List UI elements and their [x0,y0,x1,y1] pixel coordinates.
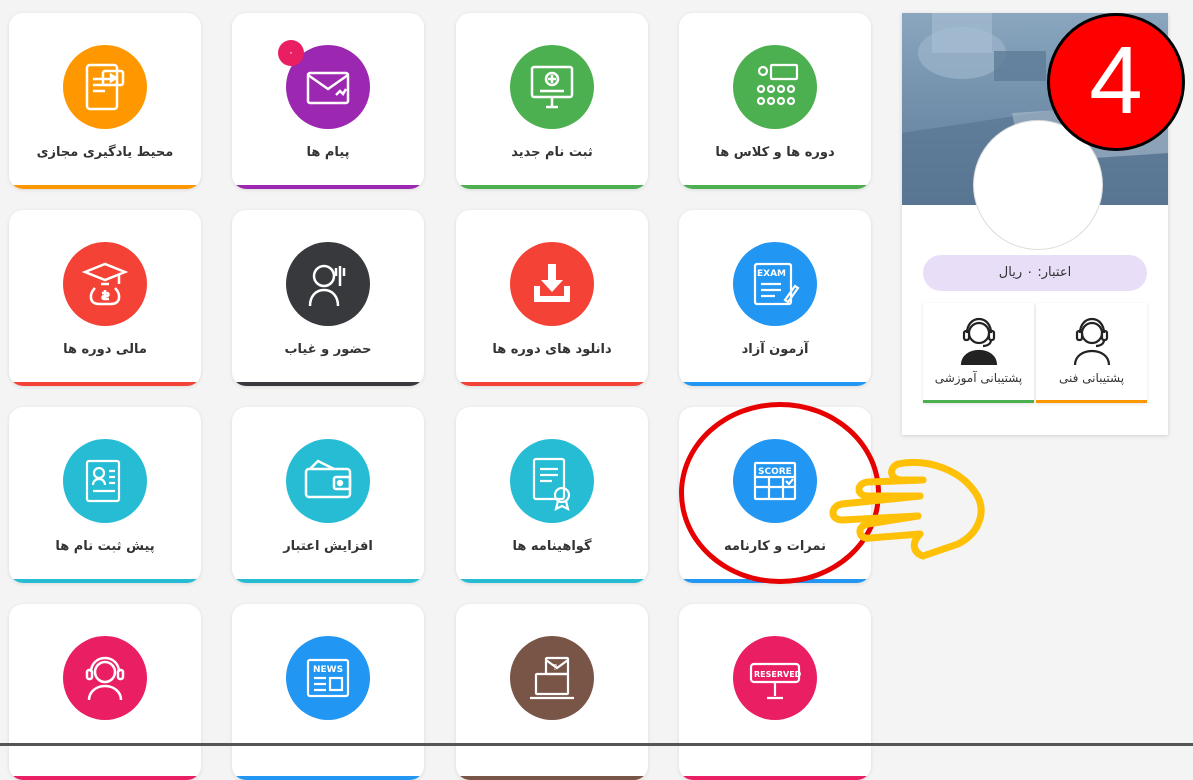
reserved-sign-icon: RESERVED [733,636,817,720]
tile-requests[interactable]: ? [456,604,648,780]
svg-text:RESERVED: RESERVED [754,670,802,679]
svg-text:SCORE: SCORE [758,467,792,477]
unread-badge: ۰ [278,40,304,66]
support-label: پشتیبانی آموزشی [934,371,1023,385]
tile-label: محیط یادگیری مجازی [36,145,174,160]
request-mail-laptop-icon: ? [510,636,594,720]
raised-hand-person-icon [286,242,370,326]
news-icon: NEWS [286,636,370,720]
wallet-icon [286,439,370,523]
tile-news[interactable]: NEWS [232,604,424,780]
download-tray-icon [510,242,594,326]
tile-label: حضور و غیاب [284,342,372,357]
tile-course-downloads[interactable]: دانلود های دوره ها [456,210,648,386]
tile-support[interactable] [9,604,201,780]
tile-label: مالی دوره ها [63,342,147,357]
tile-new-registration[interactable]: ثبت نام جدید [456,13,648,189]
svg-text:?: ? [553,663,557,672]
tile-reservations[interactable]: RESERVED [679,604,871,780]
support-headset-icon [63,636,147,720]
technical-support-button[interactable]: پشتیبانی فنی [1036,303,1147,403]
certificate-icon [510,439,594,523]
tile-increase-credit[interactable]: افزایش اعتبار [232,407,424,583]
score-board-icon: SCORE [733,439,817,523]
virtual-learning-icon [63,45,147,129]
support-label: پشتیبانی فنی [1058,371,1125,385]
tile-messages[interactable]: ۰ پیام ها [232,13,424,189]
classroom-icon [733,45,817,129]
money-bag-graduation-icon [63,242,147,326]
tile-label: ثبت نام جدید [511,145,593,160]
tile-virtual-learning[interactable]: محیط یادگیری مجازی [9,13,201,189]
computer-registration-icon [510,45,594,129]
educational-support-button[interactable]: پشتیبانی آموزشی [923,303,1034,403]
exam-sheet-icon: EXAM [733,242,817,326]
pointing-hand-icon [829,459,985,560]
educational-support-headset-icon [960,317,998,366]
svg-text:NEWS: NEWS [313,665,343,675]
credit-balance: اعتبار: ۰ ریال [923,255,1147,291]
tile-label: دوره ها و کلاس ها [715,145,835,160]
tile-certificates[interactable]: گواهینامه ها [456,407,648,583]
tile-label: دانلود های دوره ها [492,342,612,357]
tile-course-finance[interactable]: مالی دوره ها [9,210,201,386]
pre-registration-scroll-icon [63,439,147,523]
tile-label: آزمون آزاد [741,342,809,357]
technical-support-headset-icon [1073,317,1111,366]
svg-text:EXAM: EXAM [757,269,786,279]
tile-label: پیش ثبت نام ها [55,539,155,554]
tile-label: افزایش اعتبار [283,539,373,554]
tile-free-exam[interactable]: EXAM آزمون آزاد [679,210,871,386]
step-number-badge: 4 [1047,13,1185,151]
tile-label: پیام ها [306,145,350,160]
tile-pre-registrations[interactable]: پیش ثبت نام ها [9,407,201,583]
tile-attendance[interactable]: حضور و غیاب [232,210,424,386]
tile-label: گواهینامه ها [512,539,592,554]
tile-courses-classes[interactable]: دوره ها و کلاس ها [679,13,871,189]
